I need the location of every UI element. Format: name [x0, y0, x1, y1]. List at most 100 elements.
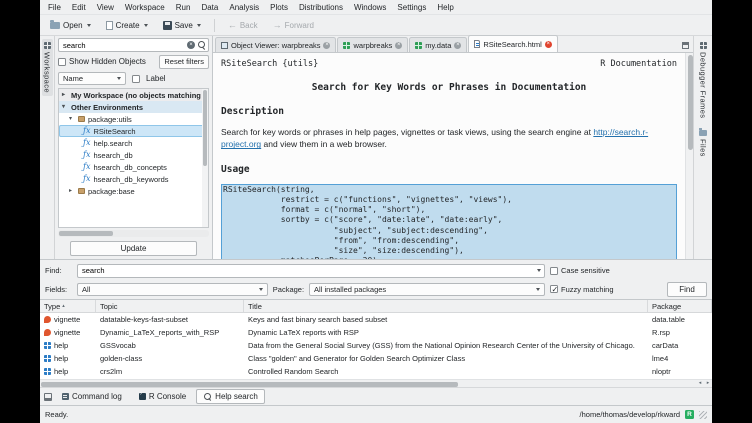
expander-icon[interactable] [69, 116, 75, 122]
tab-command-log[interactable]: Command log [55, 389, 129, 404]
search-icon[interactable] [197, 41, 206, 50]
fuzzy-matching-option[interactable]: Fuzzy matching [550, 285, 662, 294]
tree-item-package-utils[interactable]: package:utils [59, 113, 208, 125]
r-engine-status-indicator[interactable]: R [685, 410, 694, 419]
tree-item-help-search[interactable]: help.search [59, 137, 208, 149]
cell-title: Controlled Random Search [244, 367, 648, 376]
update-button[interactable]: Update [70, 241, 197, 256]
save-button[interactable]: Save [158, 19, 206, 32]
close-icon[interactable] [454, 42, 461, 49]
table-row[interactable]: vignette datatable-keys-fast-subset Keys… [40, 313, 712, 326]
tree-item-other-environments[interactable]: Other Environments [59, 101, 208, 113]
menu-run[interactable]: Run [176, 3, 191, 12]
tree-item-hsearch-db-concepts[interactable]: hsearch_db_concepts [59, 161, 208, 173]
tab-my-data[interactable]: my.data [409, 37, 467, 52]
workspace-search-input[interactable] [63, 41, 185, 50]
expander-icon[interactable] [69, 188, 75, 194]
scrollbar-thumb[interactable] [41, 382, 458, 387]
tab-help-search[interactable]: Help search [196, 389, 265, 404]
tab-object-viewer-warpbreaks[interactable]: Object Viewer: warpbreaks [215, 37, 336, 52]
case-sensitive-checkbox[interactable] [550, 267, 558, 275]
tree-item-my-workspace[interactable]: My Workspace (no objects matching filter… [59, 89, 208, 101]
menu-workspace[interactable]: Workspace [125, 3, 165, 12]
reset-filters-button[interactable]: Reset filters [159, 55, 209, 69]
tab-rsitesearch-html[interactable]: RSiteSearch.html [468, 35, 557, 52]
column-header-label: Title [248, 302, 262, 311]
label-column-checkbox[interactable] [132, 75, 140, 83]
results-header-row: Type Topic Title Package [40, 300, 712, 313]
cell-package: R.rsp [648, 328, 712, 337]
close-icon[interactable] [545, 41, 552, 48]
cell-topic: Dynamic_LaTeX_reports_with_RSP [96, 328, 244, 337]
bottom-toolview-bar: Command log R Console Help search [40, 387, 712, 405]
tree-item-hsearch-db-keywords[interactable]: hsearch_db_keywords [59, 173, 208, 185]
menu-plots[interactable]: Plots [270, 3, 288, 12]
table-row[interactable]: vignette Dynamic_LaTeX_reports_with_RSP … [40, 326, 712, 339]
workspace-toolview-tab[interactable]: Workspace [42, 39, 53, 96]
menu-distributions[interactable]: Distributions [299, 3, 343, 12]
right-toolview-strip: Debugger Frames Files [693, 36, 712, 259]
results-horizontal-scrollbar[interactable] [40, 379, 712, 387]
menu-data[interactable]: Data [201, 3, 218, 12]
tab-label: Command log [72, 392, 122, 401]
table-row[interactable]: help GSSvocab Data from the General Soci… [40, 339, 712, 352]
tab-r-console[interactable]: R Console [132, 389, 193, 404]
package-combo[interactable]: All installed packages [309, 283, 545, 296]
chevron-down-icon [259, 288, 263, 291]
menu-help[interactable]: Help [437, 3, 453, 12]
close-icon[interactable] [323, 42, 330, 49]
back-button[interactable]: Back [223, 18, 263, 32]
save-label: Save [175, 21, 193, 30]
menu-file[interactable]: File [48, 3, 61, 12]
scrollbar-thumb[interactable] [203, 90, 207, 166]
column-header-type[interactable]: Type [40, 300, 96, 312]
function-icon [83, 163, 90, 171]
tab-warpbreaks[interactable]: warpbreaks [337, 37, 408, 52]
menu-edit[interactable]: Edit [72, 3, 86, 12]
scroll-right-icon[interactable] [704, 380, 712, 387]
show-hidden-checkbox[interactable] [58, 58, 66, 66]
menu-settings[interactable]: Settings [397, 3, 426, 12]
column-header-package[interactable]: Package [648, 300, 712, 312]
find-term-input[interactable] [82, 266, 536, 275]
tree-item-rsitesearch[interactable]: RSiteSearch [59, 125, 208, 137]
document-vertical-scrollbar[interactable] [685, 53, 693, 259]
column-header-topic[interactable]: Topic [96, 300, 244, 312]
find-term-combo[interactable] [77, 264, 545, 278]
column-header-title[interactable]: Title [244, 300, 648, 312]
create-button[interactable]: Create [101, 19, 153, 32]
scroll-left-icon[interactable] [696, 380, 704, 387]
tree-vertical-scrollbar[interactable] [202, 89, 208, 227]
detach-window-icon[interactable] [682, 42, 689, 49]
table-row[interactable]: help crs2lm Controlled Random Search nlo… [40, 365, 712, 378]
menu-view[interactable]: View [97, 3, 114, 12]
open-button[interactable]: Open [45, 19, 96, 32]
scrollbar-thumb[interactable] [688, 55, 693, 150]
close-icon[interactable] [395, 42, 402, 49]
scrollbar-thumb[interactable] [59, 231, 113, 236]
resize-grip[interactable] [699, 411, 707, 419]
name-filter-combo[interactable]: Name [58, 72, 126, 85]
r-console-icon [139, 393, 146, 400]
fields-combo[interactable]: All [77, 283, 268, 296]
tree-item-hsearch-db[interactable]: hsearch_db [59, 149, 208, 161]
tree-horizontal-scrollbar[interactable] [58, 230, 209, 237]
case-sensitive-option[interactable]: Case sensitive [550, 266, 662, 275]
find-button[interactable]: Find [667, 282, 707, 297]
tree-item-label: Other Environments [71, 103, 143, 112]
expander-icon[interactable] [62, 104, 68, 110]
debugger-frames-toolview-tab[interactable]: Debugger Frames [698, 39, 709, 121]
forward-button[interactable]: Forward [268, 18, 319, 32]
fuzzy-matching-checkbox[interactable] [550, 285, 558, 293]
table-row[interactable]: help golden-class Class "golden" and Gen… [40, 352, 712, 365]
menu-analysis[interactable]: Analysis [229, 3, 259, 12]
expander-icon[interactable] [62, 92, 68, 98]
menu-windows[interactable]: Windows [354, 3, 386, 12]
files-toolview-tab[interactable]: Files [698, 127, 709, 160]
tree-item-package-base[interactable]: package:base [59, 185, 208, 197]
usage-code-block[interactable]: RSiteSearch(string, restrict = c("functi… [221, 184, 677, 259]
dock-panel-icon[interactable] [44, 393, 52, 401]
clear-search-icon[interactable] [187, 41, 195, 49]
help-page-body: RSiteSearch {utils} R Documentation Sear… [213, 53, 685, 259]
chevron-down-icon [197, 24, 201, 27]
